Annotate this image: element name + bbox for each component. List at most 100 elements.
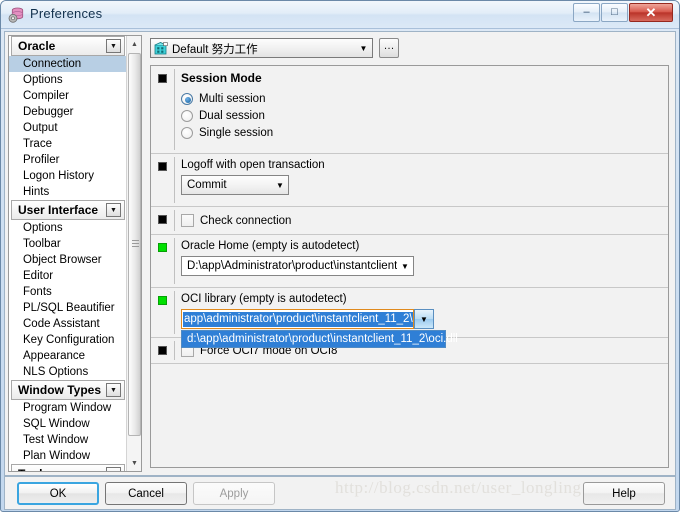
section-marker-icon xyxy=(158,162,167,171)
title-bar[interactable]: Preferences – □ ✕ xyxy=(1,1,679,29)
logoff-action-combo[interactable]: Commit ▼ xyxy=(181,175,289,195)
section-divider xyxy=(174,341,175,360)
tree-group-user-interface[interactable]: User Interface ▼ xyxy=(11,200,125,220)
preference-set-more-button[interactable]: … xyxy=(379,38,399,58)
section-marker-icon xyxy=(158,346,167,355)
sidebar-item-pl-sql-beautifier[interactable]: PL/SQL Beautifier xyxy=(9,300,127,316)
minimize-button[interactable]: – xyxy=(573,3,600,22)
scroll-down-arrow-icon[interactable]: ▼ xyxy=(127,455,141,471)
oci-library-input[interactable]: app\administrator\product\instantclient_… xyxy=(181,309,414,329)
sidebar-item-test-window[interactable]: Test Window xyxy=(9,432,127,448)
tree-group-label: Window Types xyxy=(18,383,102,397)
chevron-down-icon[interactable]: ▼ xyxy=(106,39,121,53)
sidebar-item-plan-window[interactable]: Plan Window xyxy=(9,448,127,464)
sidebar-item-trace[interactable]: Trace xyxy=(9,136,127,152)
chevron-down-icon[interactable]: ▼ xyxy=(106,203,121,217)
scroll-up-arrow-icon[interactable]: ▲ xyxy=(127,36,141,52)
close-icon: ✕ xyxy=(645,5,657,20)
sidebar-item-profiler[interactable]: Profiler xyxy=(9,152,127,168)
tree-group-label: Oracle xyxy=(18,39,56,53)
chevron-down-icon[interactable]: ▼ xyxy=(397,262,413,271)
dialog-body: Oracle ▼ Connection Options Compiler Debugger… xyxy=(4,31,676,476)
scrollbar-grip-icon xyxy=(132,240,139,247)
preferences-window: Preferences – □ ✕ Oracle ▼ Connection Optio… xyxy=(0,0,680,512)
chevron-down-icon[interactable]: ▼ xyxy=(106,383,121,397)
oci-library-combo[interactable]: app\administrator\product\instantclient_… xyxy=(181,309,458,348)
profile-bar: Default 努力工作 ▼ … xyxy=(146,35,673,63)
section-divider xyxy=(174,291,175,334)
chevron-down-icon[interactable]: ▼ xyxy=(106,467,121,471)
tree-scrollbar[interactable]: ▲ ▼ xyxy=(126,36,141,471)
sidebar-item-hints[interactable]: Hints xyxy=(9,184,127,200)
section-divider xyxy=(174,69,175,150)
sidebar-item-compiler[interactable]: Compiler xyxy=(9,88,127,104)
radio-single-session[interactable]: Single session xyxy=(181,124,668,141)
cancel-button[interactable]: Cancel xyxy=(105,482,187,505)
check-connection-row[interactable]: Check connection xyxy=(181,212,668,229)
radio-dual-session[interactable]: Dual session xyxy=(181,107,668,124)
section-marker-icon xyxy=(158,74,167,83)
ok-button[interactable]: OK xyxy=(17,482,99,505)
section-marker-icon xyxy=(158,243,167,252)
radio-icon[interactable] xyxy=(181,126,193,139)
section-logoff-transaction: Logoff with open transaction Commit ▼ xyxy=(151,154,668,207)
radio-multi-session[interactable]: Multi session xyxy=(181,90,668,107)
oci-library-dropdown-list[interactable]: d:\app\administrator\product\instantclie… xyxy=(181,330,458,348)
radio-label: Dual session xyxy=(199,109,265,122)
sidebar-item-appearance[interactable]: Appearance xyxy=(9,348,127,364)
sidebar-item-fonts[interactable]: Fonts xyxy=(9,284,127,300)
sidebar-item-connection[interactable]: Connection xyxy=(9,56,127,72)
session-mode-title: Session Mode xyxy=(181,71,262,85)
logoff-action-value: Commit xyxy=(187,179,227,191)
section-oci-library: OCI library (empty is autodetect) app\ad… xyxy=(151,288,668,348)
sidebar-item-output[interactable]: Output xyxy=(9,120,127,136)
sidebar-item-toolbar[interactable]: Toolbar xyxy=(9,236,127,252)
maximize-icon: □ xyxy=(611,6,618,18)
section-marker-icon xyxy=(158,296,167,305)
chevron-down-icon: ▼ xyxy=(420,314,428,324)
section-divider xyxy=(174,210,175,231)
help-button[interactable]: Help xyxy=(583,482,665,505)
section-oracle-home: Oracle Home (empty is autodetect) D:\app… xyxy=(151,235,668,288)
sidebar-item-options[interactable]: Options xyxy=(9,72,127,88)
sidebar-item-options[interactable]: Options xyxy=(9,220,127,236)
sidebar-item-program-window[interactable]: Program Window xyxy=(9,400,127,416)
sidebar-item-object-browser[interactable]: Object Browser xyxy=(9,252,127,268)
tree-list: Oracle ▼ Connection Options Compiler Debugger… xyxy=(9,36,127,471)
preference-set-icon xyxy=(154,42,168,55)
tree-group-tools[interactable]: Tools▼ xyxy=(11,464,125,471)
sidebar-item-nls-options[interactable]: NLS Options xyxy=(9,364,127,380)
chevron-down-icon[interactable]: ▼ xyxy=(272,181,288,190)
tree-group-oracle[interactable]: Oracle ▼ xyxy=(11,36,125,56)
close-button[interactable]: ✕ xyxy=(629,3,673,22)
chevron-down-icon[interactable]: ▼ xyxy=(359,44,368,53)
sidebar-item-logon-history[interactable]: Logon History xyxy=(9,168,127,184)
oci-library-dropdown-button[interactable]: ▼ xyxy=(414,309,434,329)
maximize-button[interactable]: □ xyxy=(601,3,628,22)
oracle-home-combo[interactable]: D:\app\Administrator\product\instantclie… xyxy=(181,256,414,276)
preference-set-value: Default 努力工作 xyxy=(172,44,258,56)
section-marker-icon xyxy=(158,215,167,224)
settings-panel: Default 努力工作 ▼ … Session Mode Multi sess… xyxy=(146,35,673,472)
sidebar-item-debugger[interactable]: Debugger xyxy=(9,104,127,120)
preference-set-combo[interactable]: Default 努力工作 ▼ xyxy=(150,38,373,58)
settings-sections: Session Mode Multi session Dual session … xyxy=(150,65,669,468)
tree-group-window-types[interactable]: Window Types ▼ xyxy=(11,380,125,400)
radio-label: Multi session xyxy=(199,92,266,105)
sidebar-item-editor[interactable]: Editor xyxy=(9,268,127,284)
tree-group-label: User Interface xyxy=(18,203,99,217)
oracle-home-value: D:\app\Administrator\product\instantclie… xyxy=(182,260,397,272)
radio-label: Single session xyxy=(199,126,274,139)
scrollbar-thumb[interactable] xyxy=(128,53,141,436)
section-divider xyxy=(174,157,175,203)
radio-icon[interactable] xyxy=(181,109,193,122)
dropdown-option[interactable]: d:\app\administrator\product\instantclie… xyxy=(183,332,458,347)
radio-icon-selected[interactable] xyxy=(181,92,193,105)
watermark-text: http://blog.csdn.net/user_longling xyxy=(335,478,582,497)
sidebar-item-sql-window[interactable]: SQL Window xyxy=(9,416,127,432)
logoff-label: Logoff with open transaction xyxy=(181,159,325,171)
minimize-icon: – xyxy=(583,6,590,18)
sidebar-item-key-configuration[interactable]: Key Configuration xyxy=(9,332,127,348)
sidebar-item-code-assistant[interactable]: Code Assistant xyxy=(9,316,127,332)
checkbox-icon[interactable] xyxy=(181,214,194,227)
